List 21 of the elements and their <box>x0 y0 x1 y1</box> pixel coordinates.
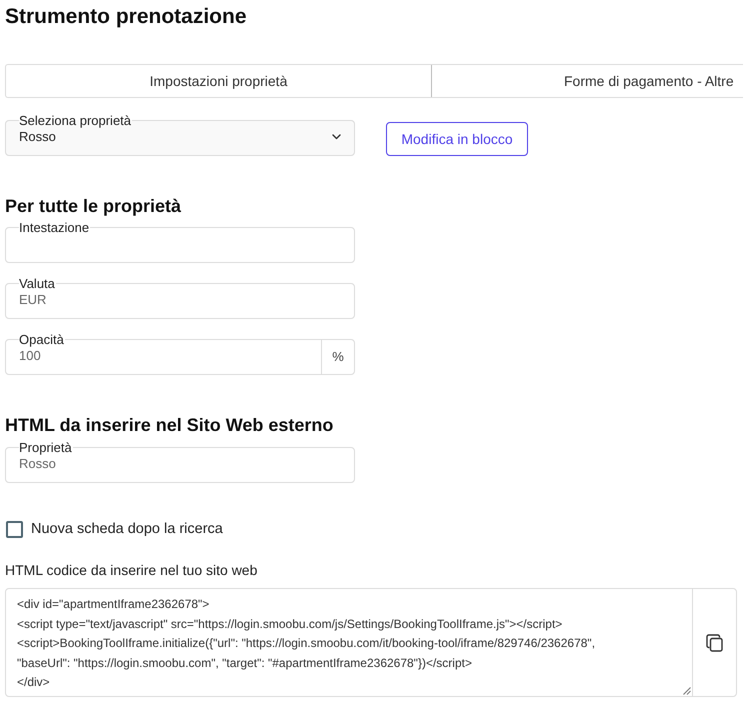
field-label: Opacità <box>19 333 65 346</box>
checkbox[interactable] <box>6 520 23 538</box>
resize-handle[interactable] <box>683 687 691 695</box>
text-field[interactable]: Intestazione <box>5 221 355 263</box>
field-label: Valuta <box>19 277 56 290</box>
field-label: Seleziona proprietà <box>19 114 132 127</box>
checkbox-label: Nuova scheda dopo la ricerca <box>31 521 223 537</box>
text-field[interactable]: Opacità 100 % <box>5 333 355 375</box>
copy-icon <box>706 634 723 652</box>
field-label: Intestazione <box>19 221 90 234</box>
text-field[interactable]: Valuta EUR <box>5 277 355 319</box>
chevron-icon <box>332 134 341 140</box>
field-label: Proprietà <box>19 441 73 454</box>
unit-addon: % <box>321 339 354 374</box>
page-title: Strumento prenotazione <box>5 4 248 30</box>
bulk-edit-button[interactable]: Modifica in blocco <box>386 122 528 156</box>
section-heading: HTML da inserire nel Sito Web esterno <box>5 414 334 437</box>
section-heading: Per tutte le proprietà <box>5 195 182 218</box>
select-field[interactable]: Seleziona proprietà Rosso <box>5 114 355 156</box>
text-field[interactable]: Proprietà Rosso <box>5 441 355 483</box>
code-label: HTML codice da inserire nel tuo sito web <box>5 561 258 579</box>
